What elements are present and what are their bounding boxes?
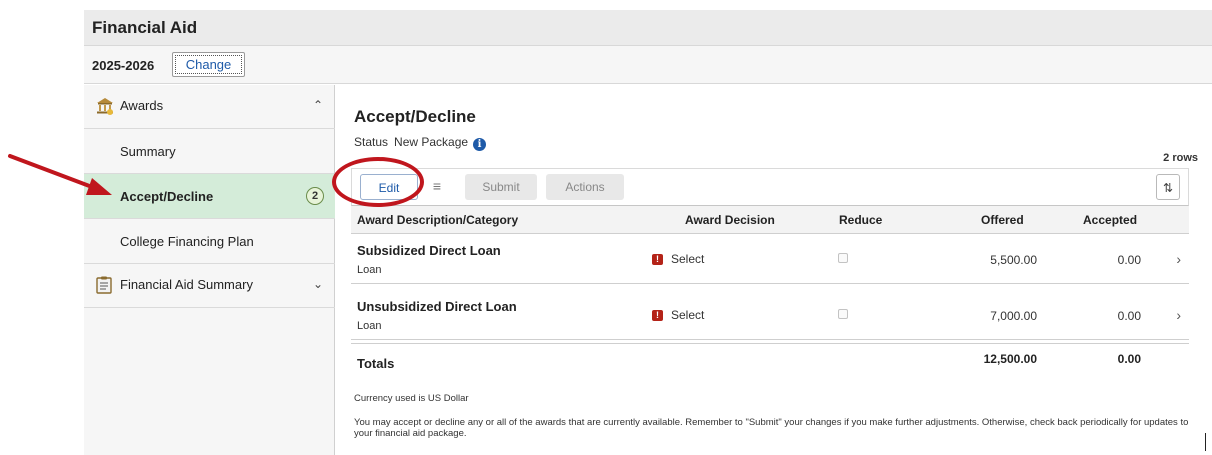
sidebar-group-awards-label: Awards [120,98,164,113]
page-title: Financial Aid [92,18,198,37]
annotation-arrow-icon [8,154,112,195]
award-category: Loan [357,320,382,332]
filter-icon[interactable]: ≡ [426,174,448,200]
sidebar-nav: Awards ⌃ Summary Accept/Decline 2 Colleg… [84,85,335,455]
total-accepted: 0.00 [1117,352,1141,366]
column-header: Reduce [839,213,883,227]
clipboard-icon [96,276,112,294]
table-header: Award Description/Category Award Decisio… [351,206,1189,234]
sidebar-group-financial-aid-summary[interactable]: Financial Aid Summary ⌄ [84,264,335,308]
column-header: Award Description/Category [357,213,519,227]
column-header: Offered [981,213,1024,227]
total-offered: 12,500.00 [983,352,1037,366]
totals-row: Totals 12,500.00 0.00 [351,343,1189,373]
count-badge: 2 [306,187,324,205]
sidebar-item-label: Accept/Decline [120,189,214,204]
award-name: Unsubsidized Direct Loan [357,299,517,314]
section-title: Accept/Decline [354,107,476,126]
warning-icon: ! [652,310,663,321]
chevron-right-icon[interactable]: › [1176,307,1181,323]
status-label: Status [354,135,389,149]
highlight-circle [332,157,424,207]
award-decision-select[interactable]: Select [671,308,704,322]
award-category: Loan [357,264,382,276]
sidebar-item-label: College Financing Plan [120,234,254,249]
column-header: Award Decision [685,213,775,227]
award-name: Subsidized Direct Loan [357,243,501,258]
chevron-up-icon[interactable]: ⌃ [313,98,323,112]
totals-label: Totals [357,356,395,371]
sidebar-item-college-financing-plan[interactable]: College Financing Plan [84,219,335,264]
sidebar-group-fa-summary-label: Financial Aid Summary [120,277,253,292]
bank-icon [97,98,113,115]
package-status: Status New Package i [354,135,487,151]
page-header: Financial Aid [84,10,1212,46]
table-row[interactable]: Unsubsidized Direct Loan Loan ! Select 7… [351,291,1189,340]
accepted-amount: 0.00 [1117,253,1141,267]
table-row[interactable]: Subsidized Direct Loan Loan ! Select 5,5… [351,235,1189,284]
chevron-down-icon[interactable]: ⌄ [313,277,323,291]
instruction-note: You may accept or decline any or all of … [354,417,1189,439]
actions-button[interactable]: Actions [546,174,624,200]
column-header: Accepted [1083,213,1138,227]
submit-button[interactable]: Submit [465,174,537,200]
status-value: New Package [394,135,469,149]
main-content: Accept/Decline Status New Package i 2 rows… [337,85,1212,455]
sort-icon[interactable]: ⇅ [1156,174,1180,200]
text-cursor [1205,433,1206,451]
offered-amount: 5,500.00 [990,253,1037,267]
change-year-button[interactable]: Change [172,52,245,77]
award-decision-select[interactable]: Select [671,252,704,266]
aid-year-bar: 2025-2026 Change [84,46,1212,84]
reduce-checkbox[interactable] [838,309,848,319]
accepted-amount: 0.00 [1117,309,1141,323]
sidebar-group-awards[interactable]: Awards ⌃ [84,85,335,129]
info-icon[interactable]: i [473,138,487,151]
chevron-right-icon[interactable]: › [1176,251,1181,267]
aid-year-label: 2025-2026 [92,58,155,73]
reduce-checkbox[interactable] [838,253,848,263]
grid-toolbar: Edit ≡ Submit Actions ⇅ [351,168,1189,206]
warning-icon: ! [652,254,663,265]
row-count: 2 rows [1163,152,1198,164]
offered-amount: 7,000.00 [990,309,1037,323]
currency-note: Currency used is US Dollar [354,393,469,404]
